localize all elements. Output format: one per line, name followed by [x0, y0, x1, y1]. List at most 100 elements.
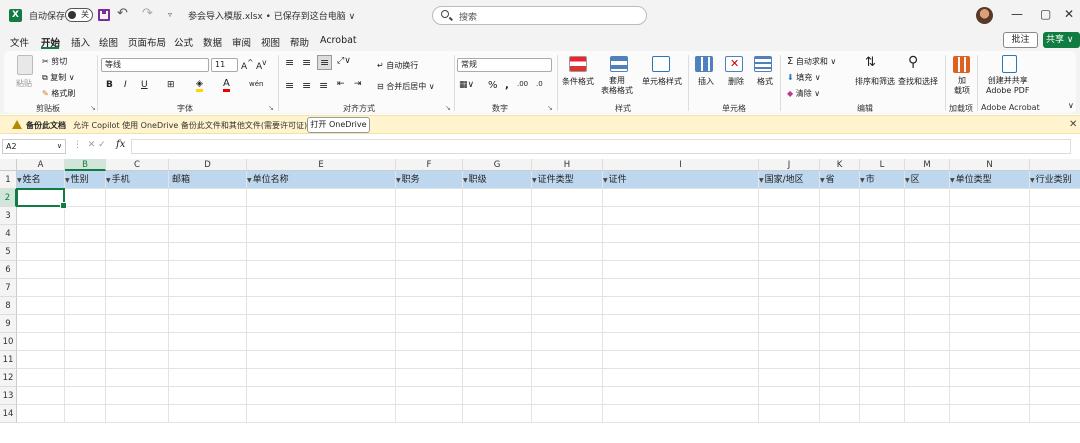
grid-cell[interactable]	[905, 333, 950, 351]
row-header-7[interactable]: 7	[0, 279, 17, 297]
grid-cell[interactable]	[17, 207, 65, 225]
grid-cell[interactable]	[820, 333, 860, 351]
grid-cell[interactable]	[65, 261, 106, 279]
grid-cell[interactable]	[603, 189, 759, 207]
header-cell[interactable]: ▼姓名	[17, 171, 65, 189]
avatar[interactable]	[976, 7, 993, 24]
enter-icon[interactable]: ✓	[98, 140, 106, 150]
align-bottom-icon[interactable]: ≡	[317, 55, 333, 70]
grid-cell[interactable]	[820, 315, 860, 333]
grid-cell[interactable]	[169, 369, 247, 387]
grid-cell[interactable]	[247, 207, 396, 225]
grid-cell[interactable]	[17, 279, 65, 297]
grid-cell[interactable]	[950, 207, 1030, 225]
grid-cell[interactable]	[65, 387, 106, 405]
grid-cell[interactable]	[905, 243, 950, 261]
grid-cell[interactable]	[532, 405, 603, 423]
insert-cells-button[interactable]: 插入	[698, 76, 714, 87]
grid-cell[interactable]	[247, 405, 396, 423]
grow-font-icon[interactable]: A^	[241, 58, 253, 72]
grid-cell[interactable]	[950, 387, 1030, 405]
share-button[interactable]: 共享 ∨	[1043, 32, 1080, 48]
grid-cell[interactable]	[820, 189, 860, 207]
align-left-icon[interactable]: ≡	[285, 79, 294, 92]
grid-cell[interactable]	[65, 225, 106, 243]
grid-cell[interactable]	[950, 333, 1030, 351]
grid-cell[interactable]	[463, 189, 532, 207]
header-cell[interactable]: ▼证件类型	[532, 171, 603, 189]
grid-cell[interactable]	[396, 315, 463, 333]
increase-decimal-icon[interactable]: .00	[517, 80, 528, 88]
grid-cell[interactable]	[463, 225, 532, 243]
font-size-select[interactable]: 11	[211, 58, 238, 72]
grid-cell[interactable]	[950, 225, 1030, 243]
grid-cell[interactable]	[860, 297, 905, 315]
cell-styles-button[interactable]: 单元格样式	[642, 76, 682, 87]
grid-cell[interactable]	[396, 279, 463, 297]
grid-cell[interactable]	[463, 297, 532, 315]
grid-cell[interactable]	[1030, 369, 1080, 387]
filter-dropdown-icon[interactable]: ▼	[396, 177, 401, 184]
add-ins-icon[interactable]	[953, 56, 970, 73]
grid-cell[interactable]	[603, 261, 759, 279]
tab-data[interactable]: 数据	[203, 35, 222, 49]
grid-cell[interactable]	[759, 225, 820, 243]
format-painter-button[interactable]: ✎ 格式刷	[42, 88, 75, 99]
clear-button[interactable]: ◆ 清除 ∨	[787, 88, 820, 99]
grid-cell[interactable]	[820, 297, 860, 315]
select-all-corner[interactable]	[0, 159, 17, 171]
document-title[interactable]: 参会导入模版.xlsx • 已保存到这台电脑 ∨	[188, 9, 355, 22]
grid-cell[interactable]	[950, 315, 1030, 333]
tab-review[interactable]: 审阅	[232, 35, 251, 49]
grid-cell[interactable]	[905, 405, 950, 423]
save-icon[interactable]	[98, 9, 110, 21]
grid-cell[interactable]	[532, 261, 603, 279]
grid-cell[interactable]	[169, 351, 247, 369]
grid-cell[interactable]	[247, 315, 396, 333]
grid-cell[interactable]	[759, 261, 820, 279]
grid-cell[interactable]	[603, 297, 759, 315]
filter-dropdown-icon[interactable]: ▼	[17, 177, 22, 184]
grid-cell[interactable]	[905, 387, 950, 405]
font-launcher-icon[interactable]: ↘	[268, 104, 274, 112]
grid-cell[interactable]	[532, 243, 603, 261]
delete-cells-button[interactable]: 删除	[728, 76, 744, 87]
cancel-icon[interactable]: ✕	[88, 140, 96, 150]
grid-cell[interactable]	[603, 333, 759, 351]
find-select-button[interactable]: 查找和选择	[898, 76, 938, 87]
grid-cell[interactable]	[396, 189, 463, 207]
grid-cell[interactable]	[396, 333, 463, 351]
filter-dropdown-icon[interactable]: ▼	[905, 177, 910, 184]
grid-cell[interactable]	[603, 243, 759, 261]
header-cell[interactable]: 邮箱	[169, 171, 247, 189]
grid-cell[interactable]	[532, 387, 603, 405]
grid-cell[interactable]	[759, 351, 820, 369]
alignment-launcher-icon[interactable]: ↘	[445, 104, 451, 112]
column-header-m[interactable]: M	[905, 159, 950, 171]
add-ins-button[interactable]: 加 载项	[954, 76, 970, 96]
grid-cell[interactable]	[106, 405, 169, 423]
maximize-button[interactable]: ▢	[1040, 7, 1051, 21]
redo-icon[interactable]: ↷	[142, 6, 153, 21]
row-header-8[interactable]: 8	[0, 297, 17, 315]
grid-cell[interactable]	[759, 243, 820, 261]
filter-dropdown-icon[interactable]: ▼	[950, 177, 955, 184]
grid-cell[interactable]	[65, 207, 106, 225]
grid-cell[interactable]	[603, 207, 759, 225]
grid-cell[interactable]	[463, 351, 532, 369]
grid-cell[interactable]	[860, 279, 905, 297]
row-header-12[interactable]: 12	[0, 369, 17, 387]
grid-cell[interactable]	[106, 297, 169, 315]
row-header-3[interactable]: 3	[0, 207, 17, 225]
grid-cell[interactable]	[759, 315, 820, 333]
tab-page-layout[interactable]: 页面布局	[128, 35, 166, 49]
grid-cell[interactable]	[396, 243, 463, 261]
grid-cell[interactable]	[759, 189, 820, 207]
row-header-2[interactable]: 2	[0, 189, 17, 207]
tab-view[interactable]: 视图	[261, 35, 280, 49]
grid-cell[interactable]	[65, 333, 106, 351]
grid-cell[interactable]	[603, 225, 759, 243]
active-cell-selection[interactable]	[16, 188, 67, 209]
grid-cell[interactable]	[759, 297, 820, 315]
filter-dropdown-icon[interactable]: ▼	[860, 177, 865, 184]
